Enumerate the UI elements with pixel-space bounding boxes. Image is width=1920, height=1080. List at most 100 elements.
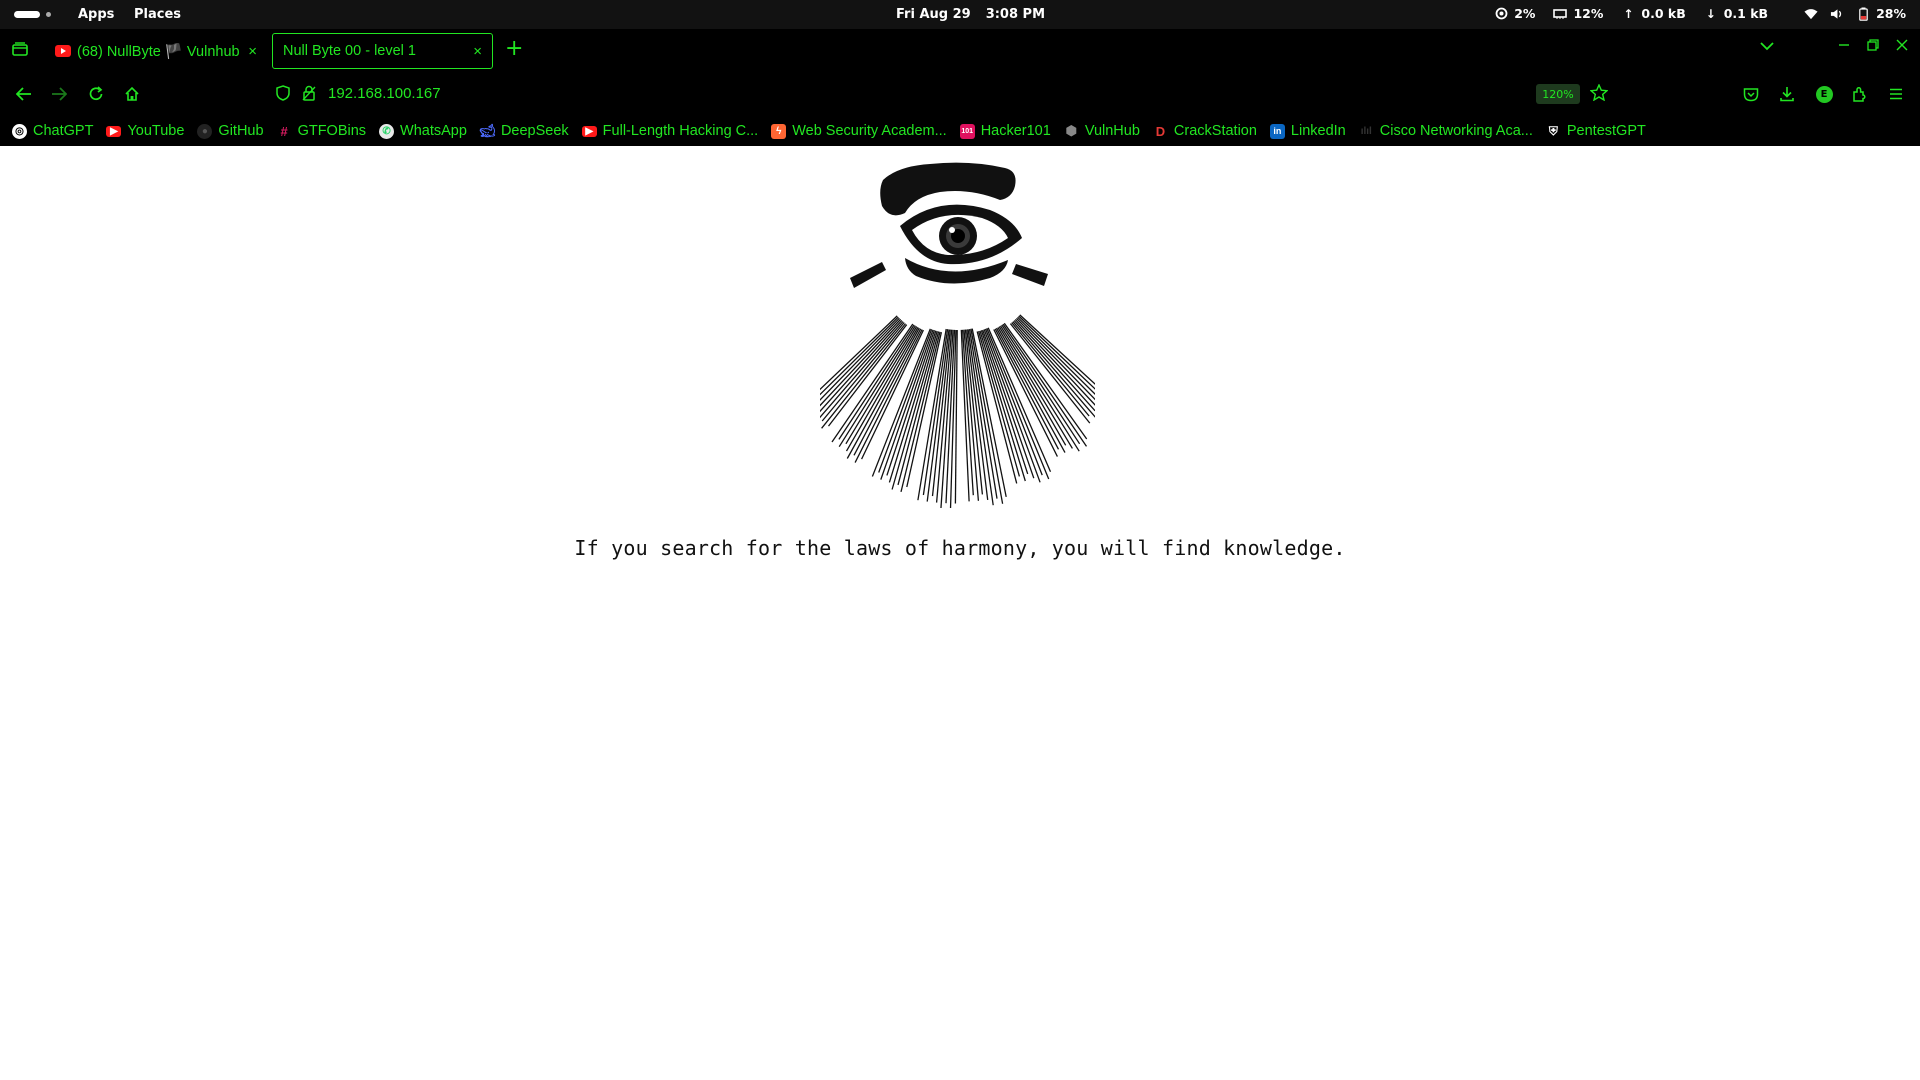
- close-window-button[interactable]: [1896, 39, 1908, 51]
- arrow-left-icon: [16, 87, 31, 101]
- bookmark-label: Web Security Academ...: [792, 123, 947, 139]
- close-tab-icon[interactable]: ×: [248, 43, 257, 60]
- eye-ray-line: [994, 328, 1060, 450]
- back-button[interactable]: [12, 82, 36, 106]
- bookmark-youtube[interactable]: ▶ YouTube: [106, 123, 184, 139]
- bookmark-label: VulnHub: [1084, 123, 1140, 139]
- harmony-message: If you search for the laws of harmony, y…: [574, 536, 1346, 560]
- bookmark-linkedin[interactable]: in LinkedIn: [1269, 123, 1346, 139]
- url-text[interactable]: 192.168.100.167: [328, 85, 441, 102]
- upload-value: 0.0 kB: [1641, 6, 1686, 21]
- clock-time: 3:08 PM: [985, 7, 1046, 22]
- youtube-icon: [55, 45, 71, 57]
- eye-ray-line: [999, 325, 1080, 452]
- restore-button[interactable]: [1867, 39, 1879, 51]
- bookmark-crackstation[interactable]: D CrackStation: [1153, 123, 1257, 139]
- bookmark-chatgpt[interactable]: ◎ ChatGPT: [12, 123, 93, 139]
- tab-title: Null Byte 00 - level 1: [283, 43, 416, 59]
- activities-button[interactable]: [14, 11, 51, 18]
- battery-icon: [1856, 7, 1870, 21]
- bookmark-gtfobins[interactable]: # GTFOBins: [277, 123, 366, 139]
- account-button[interactable]: E: [1814, 84, 1834, 104]
- home-button[interactable]: [120, 82, 144, 106]
- chevron-down-icon: [1760, 42, 1774, 51]
- address-bar[interactable]: 192.168.100.167: [272, 78, 1602, 110]
- tab-title: (68) NullByte 🏴 Vulnhub: [77, 43, 240, 60]
- bookmark-label: GTFOBins: [297, 123, 367, 139]
- download-indicator: ↓ 0.1 kB: [1704, 6, 1768, 21]
- clock[interactable]: Fri Aug 29 3:08 PM: [896, 7, 1045, 22]
- eye-ray-line: [1011, 322, 1090, 417]
- minimize-button[interactable]: [1838, 39, 1850, 51]
- forward-button[interactable]: [47, 82, 71, 106]
- portswigger-icon: ϟ: [771, 123, 787, 139]
- close-tab-icon[interactable]: ×: [473, 43, 482, 60]
- bookmark-label: Cisco Networking Aca...: [1379, 123, 1533, 139]
- apps-menu[interactable]: Apps: [78, 7, 114, 22]
- cpu-value: 2%: [1514, 6, 1536, 21]
- linkedin-icon: in: [1269, 123, 1285, 139]
- bookmark-whatsapp[interactable]: ✆ WhatsApp: [379, 123, 467, 139]
- bookmarks-toolbar: ◎ ChatGPT ▶ YouTube ● GitHub # GTFOBins …: [0, 116, 1920, 146]
- tab-null-byte-level-1[interactable]: Null Byte 00 - level 1 ×: [272, 33, 493, 69]
- vulnhub-icon: ⬢: [1065, 123, 1077, 138]
- bookmark-hacker101[interactable]: 101 Hacker101: [959, 123, 1051, 139]
- bookmark-label: GitHub: [218, 123, 264, 139]
- system-top-bar: Apps Places Fri Aug 29 3:08 PM 2% 12% ↑ …: [0, 0, 1920, 29]
- pocket-button[interactable]: [1741, 84, 1761, 104]
- download-value: 0.1 kB: [1723, 6, 1769, 21]
- system-indicators[interactable]: 2% 12% ↑ 0.0 kB ↓ 0.1 kB 28%: [1494, 6, 1906, 21]
- hacker101-icon: 101: [959, 123, 975, 139]
- memory-value: 12%: [1573, 6, 1604, 21]
- minimize-icon: [1839, 44, 1849, 46]
- extensions-button[interactable]: [1850, 84, 1870, 104]
- reload-button[interactable]: [84, 82, 108, 106]
- bookmark-label: DeepSeek: [500, 123, 569, 139]
- arrow-down-icon: ↓: [1705, 6, 1716, 21]
- chatgpt-icon: ◎: [12, 123, 27, 139]
- bookmark-label: YouTube: [127, 123, 185, 139]
- page-content: If you search for the laws of harmony, y…: [0, 146, 1920, 1080]
- list-all-tabs-button[interactable]: [1760, 42, 1774, 51]
- upload-indicator: ↑ 0.0 kB: [1621, 6, 1685, 21]
- deepseek-icon: 🐋︎: [479, 123, 496, 138]
- bookmark-full-length-hacking[interactable]: ▶ Full-Length Hacking C...: [581, 123, 758, 139]
- bookmark-pentestgpt[interactable]: ⛨ PentestGPT: [1546, 123, 1646, 139]
- reload-icon: [89, 86, 103, 101]
- tab-nullbyte-vulnhub[interactable]: (68) NullByte 🏴 Vulnhub ×: [45, 33, 267, 69]
- firefox-view-button[interactable]: [10, 39, 30, 59]
- navigation-toolbar: 192.168.100.167 120% E: [0, 72, 1920, 116]
- insecure-lock-icon[interactable]: [302, 85, 316, 101]
- firefox-view-icon: [12, 42, 28, 56]
- pocket-icon: [1743, 87, 1759, 101]
- battery-value: 28%: [1876, 6, 1906, 21]
- bookmark-deepseek[interactable]: 🐋︎ DeepSeek: [479, 123, 569, 139]
- downloads-button[interactable]: [1777, 84, 1797, 104]
- arrow-right-icon: [52, 87, 67, 101]
- cpu-icon: [1494, 7, 1508, 21]
- youtube-icon: ▶: [581, 125, 597, 137]
- memory-icon: [1553, 7, 1568, 21]
- bookmark-cisco-networking[interactable]: ılıl Cisco Networking Aca...: [1359, 123, 1533, 139]
- status-icons[interactable]: [1804, 7, 1870, 21]
- bookmark-star-button[interactable]: [1590, 84, 1608, 101]
- eye-ray-line: [1002, 323, 1088, 447]
- eye-ray-line: [993, 329, 1058, 457]
- places-menu[interactable]: Places: [134, 7, 181, 22]
- bookmark-label: Hacker101: [980, 123, 1051, 139]
- eye-ray-line: [1003, 322, 1088, 440]
- app-menu-button[interactable]: [1886, 84, 1906, 104]
- workspace-indicator-active: [14, 11, 40, 18]
- bookmark-github[interactable]: ● GitHub: [197, 123, 264, 139]
- bookmark-web-security-academy[interactable]: ϟ Web Security Academ...: [771, 123, 947, 139]
- bookmark-vulnhub[interactable]: ⬢ VulnHub: [1064, 123, 1140, 139]
- pentestgpt-icon: ⛨: [1548, 123, 1558, 138]
- new-tab-button[interactable]: +: [505, 38, 523, 60]
- volume-icon: [1830, 7, 1844, 21]
- youtube-icon: ▶: [106, 125, 122, 137]
- wifi-icon: [1804, 7, 1818, 21]
- home-icon: [125, 86, 139, 101]
- all-seeing-eye-image: [820, 158, 1095, 508]
- zoom-reset-button[interactable]: 120%: [1536, 84, 1580, 104]
- tracking-protection-shield-icon[interactable]: [276, 85, 290, 101]
